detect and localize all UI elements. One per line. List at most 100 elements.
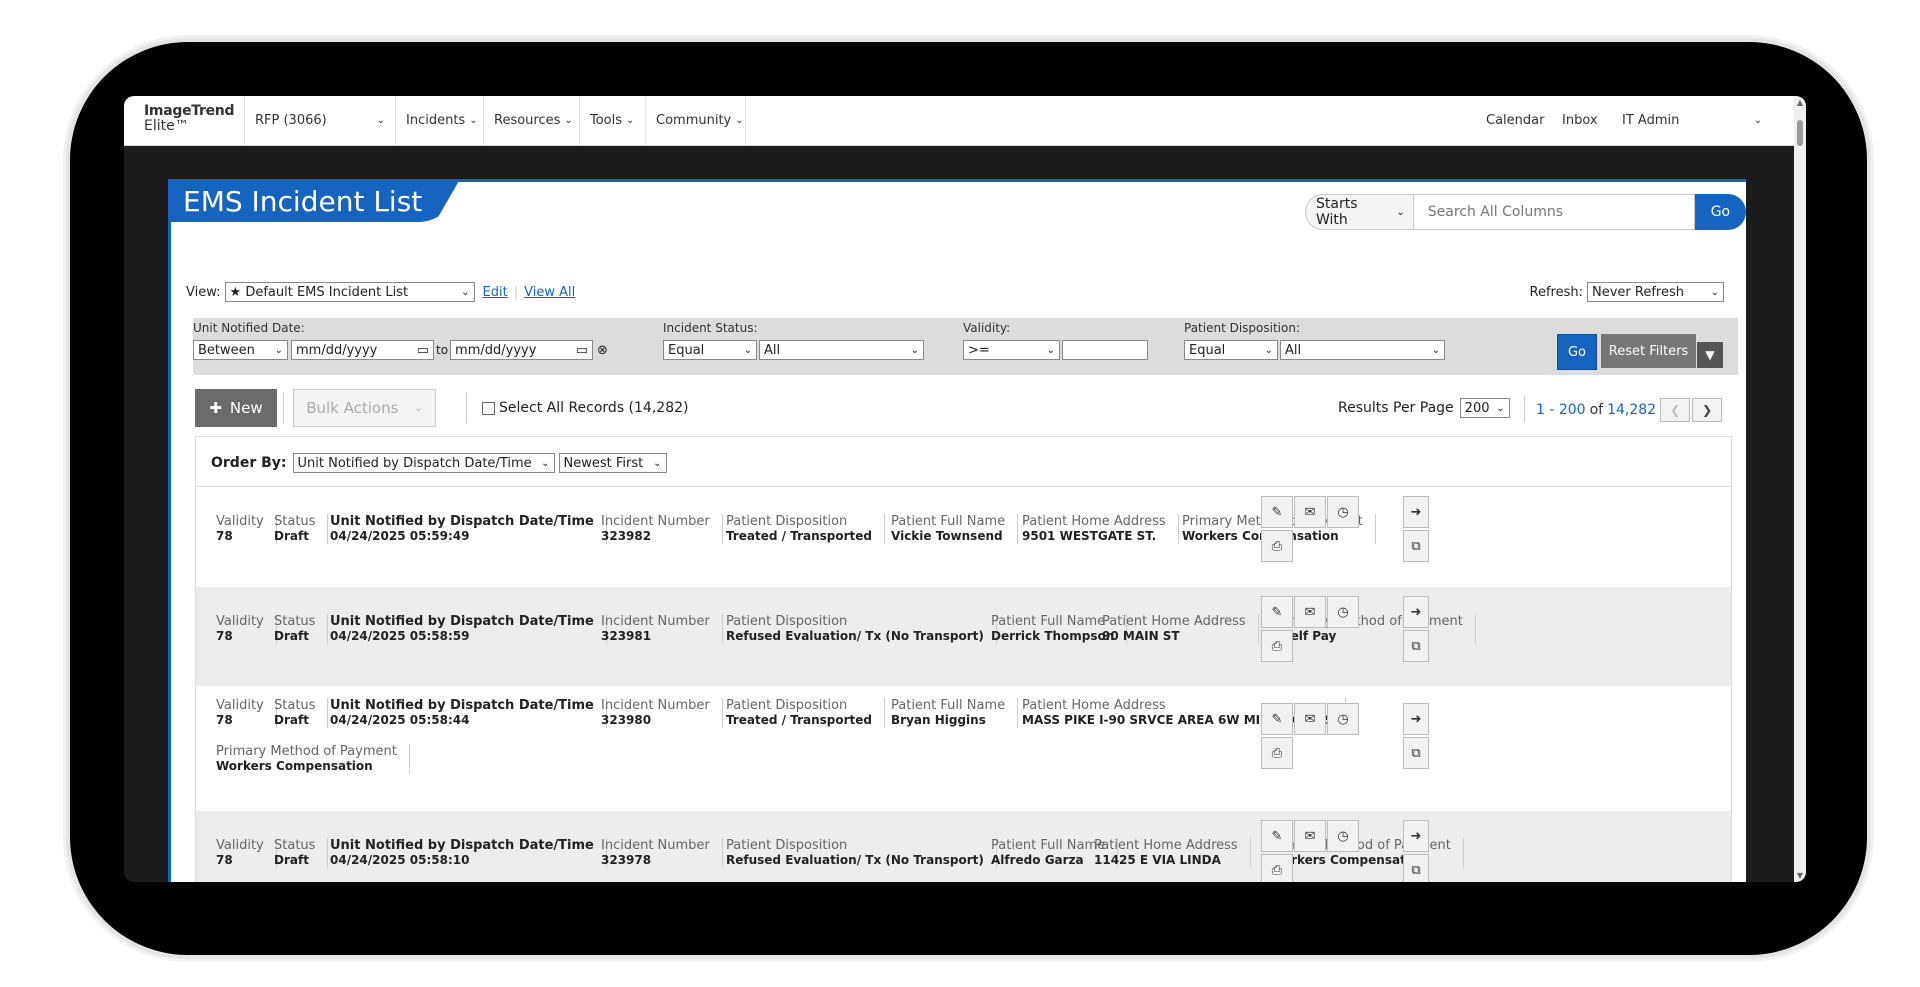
field-value: Workers Compensation [216, 759, 373, 773]
clock-icon[interactable]: ◷ [1327, 496, 1359, 528]
email-icon[interactable]: ✉ [1294, 703, 1326, 735]
order-direction-select[interactable]: Newest First ⌄ [558, 453, 667, 473]
email-icon[interactable]: ✉ [1294, 496, 1326, 528]
select-all-records[interactable]: Select All Records (14,282) [482, 400, 688, 416]
page-scrollbar[interactable]: ▲ ▼ [1794, 96, 1806, 882]
clock-icon[interactable]: ◷ [1327, 703, 1359, 735]
external-link-icon[interactable]: ⧉ [1403, 530, 1429, 562]
user-menu[interactable]: IT Admin ⌄ [1612, 96, 1772, 145]
attachment-icon[interactable]: ✎ [1261, 496, 1293, 528]
date-from-input[interactable]: mm/dd/yyyy ▭ [291, 340, 434, 360]
record-field-validity: Validity 78 [216, 698, 277, 728]
refresh-value: Never Refresh [1592, 284, 1684, 300]
link-divider: | [513, 284, 519, 300]
select-all-checkbox[interactable] [482, 401, 495, 415]
field-label: Validity [216, 514, 264, 529]
print-icon[interactable]: ⎙ [1261, 737, 1293, 769]
bulk-actions-button[interactable]: Bulk Actions ⌄ [293, 389, 436, 427]
validity-value-input[interactable] [1062, 340, 1148, 360]
print-icon[interactable]: ⎙ [1261, 854, 1293, 882]
clock-icon[interactable]: ◷ [1327, 596, 1359, 628]
email-icon[interactable]: ✉ [1294, 596, 1326, 628]
nav-community[interactable]: Community ⌄ [646, 96, 746, 145]
nav-calendar[interactable]: Calendar [1476, 96, 1552, 145]
scrollbar-thumb[interactable] [1797, 120, 1803, 146]
email-icon[interactable]: ✉ [1294, 820, 1326, 852]
clear-date-icon[interactable]: ⊗ [597, 343, 608, 358]
calendar-icon[interactable]: ▭ [417, 343, 429, 358]
field-label: Unit Notified by Dispatch Date/Time [330, 838, 594, 853]
nav-resources[interactable]: Resources ⌄ [484, 96, 580, 145]
field-label: Patient Disposition [726, 514, 848, 529]
external-link-icon[interactable]: ⧉ [1403, 854, 1429, 882]
nav-incidents[interactable]: Incidents ⌄ [396, 96, 484, 145]
external-link-icon[interactable]: ⧉ [1403, 630, 1429, 662]
order-field-select[interactable]: Unit Notified by Dispatch Date/Time ⌄ [292, 453, 555, 473]
view-select[interactable]: ★ Default EMS Incident List ⌄ [224, 282, 475, 302]
nav-inbox-label: Inbox [1562, 113, 1598, 128]
open-record-arrow-icon[interactable]: ➜ [1403, 496, 1429, 528]
print-icon[interactable]: ⎙ [1261, 530, 1293, 562]
list-item[interactable]: Validity 78 Status Draft Unit Notified by Di… [196, 487, 1731, 586]
status-value: All [764, 342, 781, 358]
list-item[interactable]: Validity 78 Status Draft Unit Notified by Di… [196, 587, 1731, 686]
validity-operator-select[interactable]: >= ⌄ [963, 340, 1060, 360]
app-screen: ImageTrend Elite™ RFP (3066) ⌄ Incidents ⌄… [124, 96, 1806, 882]
view-all-link[interactable]: View All [524, 285, 575, 300]
field-label: Incident Number [601, 838, 710, 853]
open-record-arrow-icon[interactable]: ➜ [1403, 596, 1429, 628]
search-mode-select[interactable]: Starts With ⌄ [1305, 194, 1414, 230]
prev-page-icon[interactable]: ❮ [1660, 398, 1691, 422]
list-item[interactable]: Validity 78 Status Draft Unit Notified by Di… [196, 686, 1731, 810]
nav-tools[interactable]: Tools ⌄ [580, 96, 646, 145]
new-record-button[interactable]: ✚ New [195, 389, 277, 427]
external-link-icon[interactable]: ⧉ [1403, 737, 1429, 769]
validity-operator-value: >= [968, 342, 990, 358]
logo-line-2: Elite™ [144, 118, 189, 134]
list-item[interactable]: Validity 78 Status Draft Unit Notified by Di… [196, 811, 1731, 882]
disposition-operator-select[interactable]: Equal ⌄ [1184, 340, 1278, 360]
status-operator-value: Equal [668, 342, 705, 358]
filter-go-button[interactable]: Go [1557, 334, 1597, 370]
plus-icon: ✚ [209, 399, 222, 417]
date-operator-select[interactable]: Between ⌄ [193, 340, 288, 360]
results-per-page-select[interactable]: 200 ⌄ [1459, 398, 1510, 418]
field-value: Draft [274, 629, 309, 643]
results-per-page: Results Per Page 200 ⌄ [1338, 398, 1510, 418]
scroll-up-icon[interactable]: ▲ [1794, 98, 1806, 107]
disposition-value-select[interactable]: All ⌄ [1280, 340, 1445, 360]
open-record-arrow-icon[interactable]: ➜ [1403, 820, 1429, 852]
reset-filters-button[interactable]: Reset Filters [1601, 334, 1696, 368]
date-to-input[interactable]: mm/dd/yyyy ▭ [450, 340, 594, 360]
field-value: 78 [216, 529, 233, 543]
view-label: View: [186, 284, 221, 300]
field-label: Patient Disposition [726, 698, 848, 713]
status-operator-select[interactable]: Equal ⌄ [663, 340, 757, 360]
calendar-icon[interactable]: ▭ [576, 343, 588, 358]
patient-disposition-controls: Equal ⌄ All ⌄ [1184, 340, 1445, 360]
record-field-disposition: Patient Disposition Treated / Transported [726, 514, 886, 544]
chevron-down-icon: ⌄ [1496, 402, 1505, 414]
edit-view-link[interactable]: Edit [483, 285, 508, 300]
field-value: 323981 [601, 629, 652, 643]
next-page-icon[interactable]: ❯ [1692, 398, 1723, 422]
field-value: 9501 WESTGATE ST. [1022, 529, 1157, 543]
clock-icon[interactable]: ◷ [1327, 820, 1359, 852]
print-icon[interactable]: ⎙ [1261, 630, 1293, 662]
field-label: Patient Home Address [1102, 614, 1246, 629]
search-go-button[interactable]: Go [1694, 194, 1746, 230]
agency-selector[interactable]: RFP (3066) ⌄ [244, 96, 396, 145]
search-input[interactable] [1413, 194, 1695, 230]
attachment-icon[interactable]: ✎ [1261, 703, 1293, 735]
field-value: 90 MAIN ST [1102, 629, 1180, 643]
nav-inbox[interactable]: Inbox [1552, 96, 1608, 145]
filters-menu-chevron-icon[interactable]: ▼ [1697, 342, 1723, 368]
refresh-select[interactable]: Never Refresh ⌄ [1587, 282, 1724, 302]
date-operator-value: Between [198, 342, 255, 358]
app-logo[interactable]: ImageTrend Elite™ [144, 104, 234, 134]
status-value-select[interactable]: All ⌄ [759, 340, 924, 360]
attachment-icon[interactable]: ✎ [1261, 820, 1293, 852]
attachment-icon[interactable]: ✎ [1261, 596, 1293, 628]
scroll-down-icon[interactable]: ▼ [1794, 871, 1806, 880]
open-record-arrow-icon[interactable]: ➜ [1403, 703, 1429, 735]
